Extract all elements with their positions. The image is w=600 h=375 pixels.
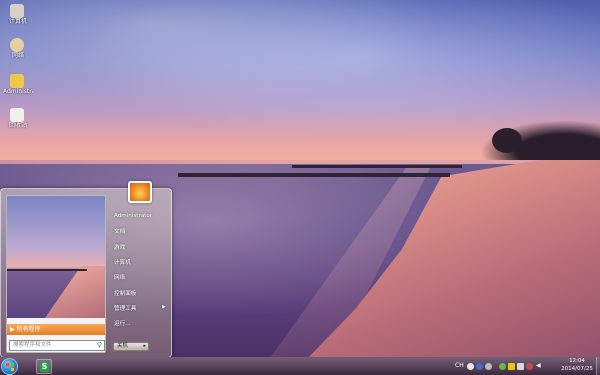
- start-item-username[interactable]: Administrator: [114, 213, 152, 219]
- desktop-icon-recycle-bin[interactable]: 回收站: [3, 108, 31, 130]
- shutdown-button[interactable]: 关机 ▸: [113, 342, 149, 351]
- desktop-icon-user-folder[interactable]: Administrato...: [3, 74, 33, 96]
- wallpaper-pier: [178, 173, 450, 177]
- desktop-icon-label: 计算机: [8, 18, 27, 25]
- taskbar-pinned-app[interactable]: S: [36, 359, 52, 374]
- keyboard-icon[interactable]: [485, 363, 492, 370]
- start-item-label: 运行...: [114, 321, 131, 327]
- security-icon[interactable]: [499, 363, 506, 370]
- start-menu-left-pane: ▶ 所有程序 搜索程序和文件 ⚲: [6, 195, 106, 353]
- start-button[interactable]: [1, 358, 18, 375]
- start-item-run[interactable]: 运行...: [114, 319, 131, 327]
- wallpaper-tree: [492, 128, 522, 153]
- show-desktop-button[interactable]: [596, 357, 600, 375]
- start-item-label: 游戏: [114, 245, 126, 251]
- input-method-icon[interactable]: [467, 363, 474, 370]
- start-item-computer[interactable]: 计算机: [114, 258, 131, 266]
- desktop-icon-label: 网络: [11, 52, 24, 59]
- start-item-games[interactable]: 游戏: [114, 243, 125, 251]
- desktop-icon-network[interactable]: 网络: [3, 38, 31, 60]
- help-icon[interactable]: [476, 363, 483, 370]
- sogou-app-icon: S: [40, 362, 49, 372]
- chevron-right-icon[interactable]: ▸: [143, 343, 146, 350]
- clock-time: 12:04: [569, 358, 585, 364]
- start-item-label: 文档: [114, 229, 126, 235]
- all-programs-label: 所有程序: [16, 326, 41, 333]
- computer-icon: [10, 4, 24, 18]
- start-menu: ▶ 所有程序 搜索程序和文件 ⚲ Administrator 文档 游戏 计算机 …: [0, 181, 172, 358]
- submenu-arrow-icon: ▶: [162, 304, 166, 310]
- start-item-network[interactable]: 网络: [114, 273, 125, 281]
- desktop-icon-computer[interactable]: 计算机: [3, 4, 31, 26]
- search-icon[interactable]: ⚲: [97, 341, 102, 350]
- flag-icon[interactable]: [508, 363, 515, 370]
- windows-logo-icon: [6, 363, 14, 371]
- desktop-icon-label: Administrato...: [3, 88, 33, 95]
- alert-icon[interactable]: [526, 363, 533, 370]
- start-search-input[interactable]: 搜索程序和文件 ⚲: [9, 340, 105, 351]
- network-icon: [10, 38, 24, 52]
- wallpaper-pier-far: [292, 165, 462, 168]
- start-item-control-panel[interactable]: 控制面板: [114, 289, 136, 297]
- start-item-label: 管理工具: [114, 306, 137, 312]
- user-folder-icon: [10, 74, 24, 88]
- language-indicator[interactable]: CH: [455, 361, 464, 371]
- clock-date: 2014/07/25: [561, 365, 593, 372]
- right-arrow-icon: ▶: [10, 326, 15, 333]
- desktop-icon-label: 回收站: [8, 122, 27, 129]
- start-item-label: Administrator: [114, 213, 153, 219]
- start-item-documents[interactable]: 文档: [114, 227, 125, 235]
- start-item-admin-tools[interactable]: 管理工具 ▶: [114, 304, 166, 312]
- shutdown-label: 关机: [117, 343, 129, 349]
- user-avatar[interactable]: [128, 181, 152, 203]
- start-item-label: 控制面板: [114, 291, 137, 297]
- recycle-bin-icon: [10, 108, 24, 122]
- volume-icon[interactable]: ◀: [536, 361, 541, 371]
- start-item-label: 计算机: [114, 260, 131, 266]
- taskbar-clock[interactable]: 12:04 2014/07/25: [560, 358, 594, 373]
- network-tray-icon[interactable]: [517, 363, 524, 370]
- start-item-label: 网络: [114, 275, 126, 281]
- all-programs-button[interactable]: ▶ 所有程序: [7, 324, 105, 335]
- preview-pier: [7, 269, 87, 271]
- search-placeholder: 搜索程序和文件: [13, 342, 52, 348]
